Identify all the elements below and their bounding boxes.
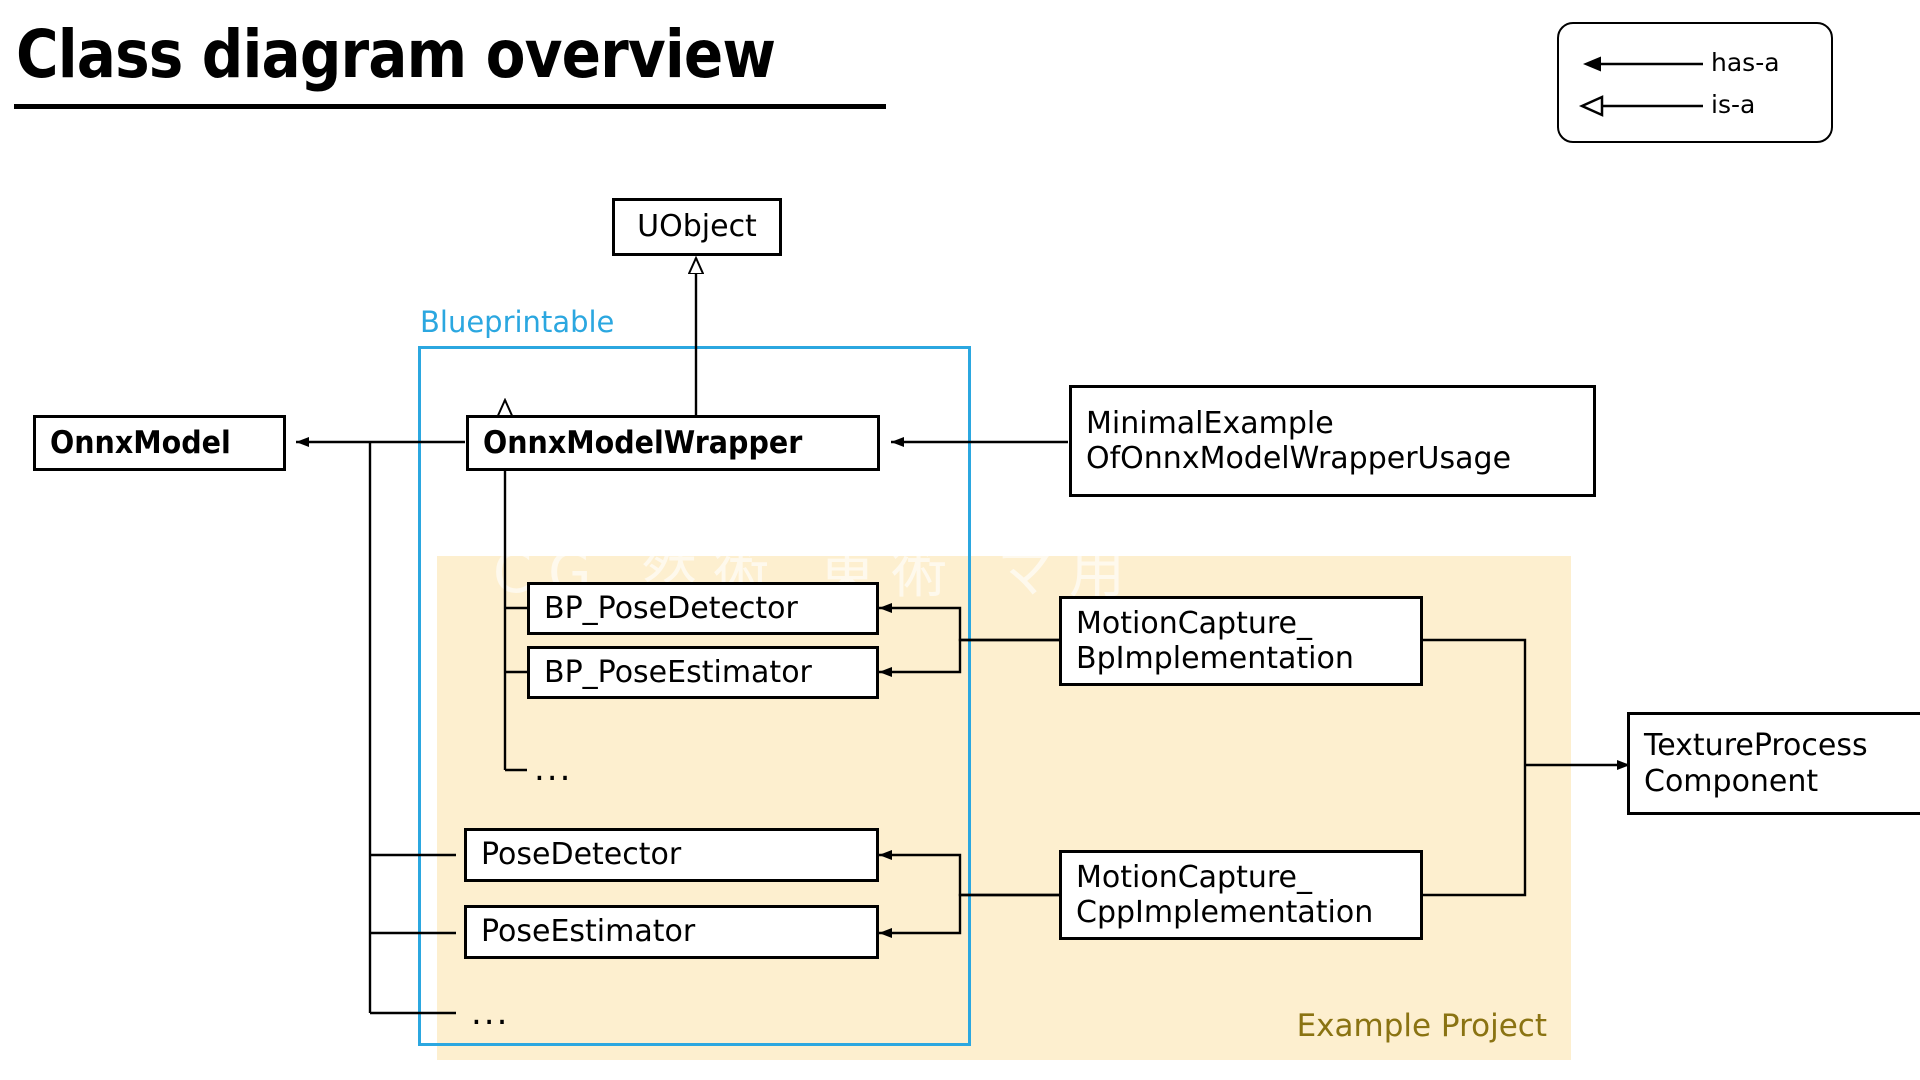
- class-node-onnxmodelwrapper[interactable]: OnnxModelWrapper: [466, 415, 880, 471]
- has-a-arrow-icon: [1583, 56, 1703, 72]
- class-node-motioncapture-bp[interactable]: MotionCapture_ BpImplementation: [1059, 596, 1423, 686]
- class-label-onnxmodel: OnnxModel: [50, 424, 231, 461]
- is-a-arrow-icon: [1578, 95, 1703, 117]
- legend-label-is-a: is-a: [1711, 90, 1756, 119]
- class-label-minimalexample: MinimalExample OfOnnxModelWrapperUsage: [1086, 405, 1512, 476]
- class-label-textureprocesscomponent: TextureProcess Component: [1644, 728, 1868, 799]
- class-label-poseestimator: PoseEstimator: [481, 914, 696, 950]
- class-node-onnxmodel[interactable]: OnnxModel: [33, 415, 286, 471]
- class-label-uobject: UObject: [637, 209, 757, 245]
- region-blueprintable-label: Blueprintable: [420, 305, 615, 339]
- region-example-project-label: Example Project: [1296, 1008, 1547, 1044]
- class-label-motioncapture-bp: MotionCapture_ BpImplementation: [1076, 605, 1354, 676]
- legend-row-has-a: has-a: [1559, 48, 1831, 82]
- legend-row-is-a: is-a: [1559, 90, 1831, 124]
- class-node-motioncapture-cpp[interactable]: MotionCapture_ CppImplementation: [1059, 850, 1423, 940]
- class-node-posedetector[interactable]: PoseDetector: [464, 828, 879, 882]
- legend-label-has-a: has-a: [1711, 48, 1780, 77]
- page-title-underline: [14, 104, 886, 109]
- class-label-bp-more: ...: [534, 749, 573, 789]
- class-node-bp-posedetector[interactable]: BP_PoseDetector: [527, 582, 879, 635]
- class-label-onnxmodelwrapper: OnnxModelWrapper: [483, 424, 803, 461]
- legend-box: has-a is-a: [1557, 22, 1833, 143]
- class-label-bp-posedetector: BP_PoseDetector: [544, 590, 798, 626]
- class-label-motioncapture-cpp: MotionCapture_ CppImplementation: [1076, 859, 1374, 930]
- class-node-poseestimator[interactable]: PoseEstimator: [464, 905, 879, 959]
- class-node-bp-poseestimator[interactable]: BP_PoseEstimator: [527, 646, 879, 699]
- class-node-minimalexample[interactable]: MinimalExample OfOnnxModelWrapperUsage: [1069, 385, 1596, 497]
- class-label-cpp-more: ...: [471, 993, 510, 1033]
- page-title: Class diagram overview: [16, 16, 776, 93]
- class-label-bp-poseestimator: BP_PoseEstimator: [544, 654, 812, 690]
- class-label-posedetector: PoseDetector: [481, 837, 682, 873]
- class-node-textureprocesscomponent[interactable]: TextureProcess Component: [1627, 712, 1920, 815]
- class-node-uobject[interactable]: UObject: [612, 198, 782, 256]
- diagram-canvas: Class diagram overview has-a is-a CG 然術 …: [0, 0, 1920, 1080]
